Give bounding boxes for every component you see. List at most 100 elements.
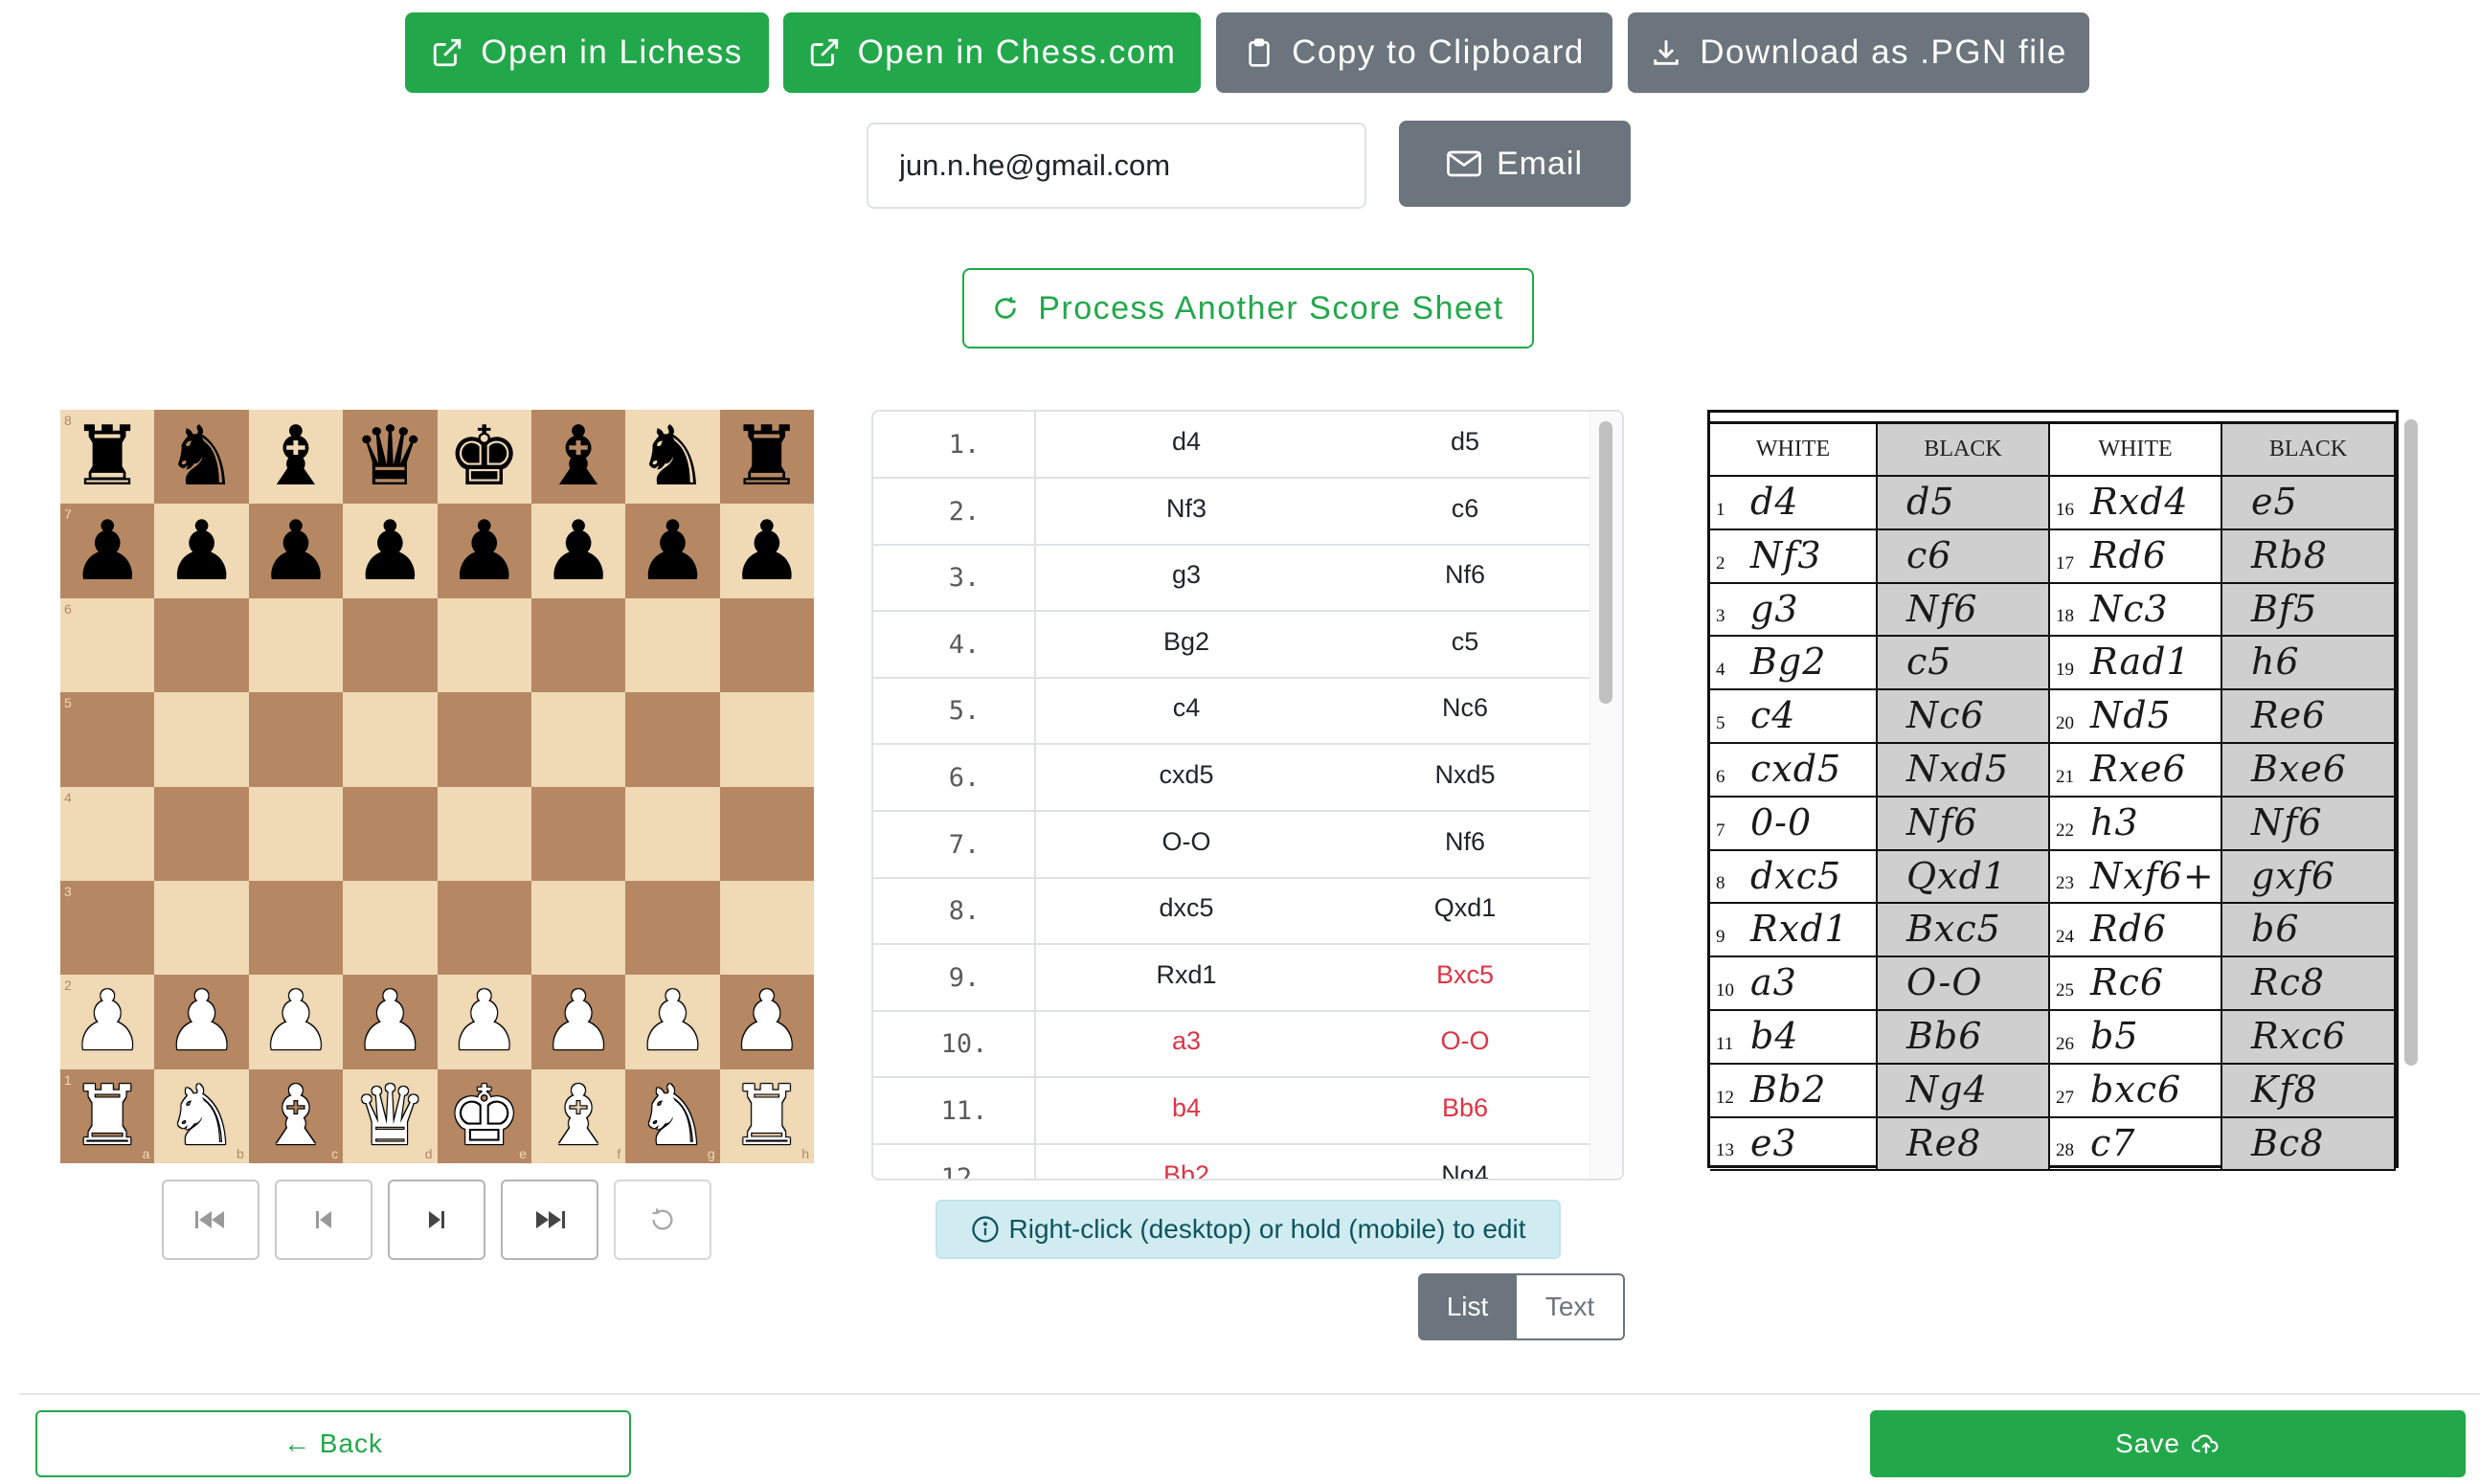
board-square-e4[interactable]: [437, 786, 531, 881]
board-square-a8[interactable]: 8 ♜: [60, 410, 155, 505]
white-move[interactable]: c4: [1091, 693, 1282, 723]
board-square-a5[interactable]: 5: [60, 692, 155, 787]
board-square-a3[interactable]: 3: [60, 880, 155, 976]
board-square-c7[interactable]: ♟: [248, 504, 344, 598]
black-rook-icon[interactable]: ♜: [71, 416, 145, 498]
board-square-g1[interactable]: g ♞: [625, 1068, 720, 1163]
board-square-d5[interactable]: [343, 692, 438, 787]
white-rook-icon[interactable]: ♜: [71, 1075, 145, 1158]
black-pawn-icon[interactable]: ♟: [165, 510, 238, 593]
next-move-button[interactable]: [388, 1180, 485, 1260]
board-square-a1[interactable]: 1 a ♜: [60, 1068, 155, 1163]
board-square-c3[interactable]: [248, 880, 344, 976]
white-move[interactable]: g3: [1091, 560, 1282, 590]
white-move[interactable]: d4: [1091, 427, 1282, 457]
black-pawn-icon[interactable]: ♟: [447, 510, 521, 593]
black-rook-icon[interactable]: ♜: [730, 416, 803, 498]
black-move[interactable]: O-O: [1369, 1026, 1561, 1056]
moves-list[interactable]: 1. d4 d5 2. Nf3 c6 3. g3 Nf6 4. Bg2 c5 5. c4 Nc6 6. cxd5…: [871, 410, 1624, 1180]
board-square-f8[interactable]: ♝: [530, 410, 626, 505]
download-pgn-button[interactable]: Download as .PGN file: [1628, 12, 2089, 93]
white-pawn-icon[interactable]: ♟: [447, 980, 521, 1063]
black-move[interactable]: d5: [1369, 427, 1561, 457]
board-square-f5[interactable]: [530, 692, 626, 787]
board-square-c2[interactable]: ♟: [248, 975, 344, 1069]
board-square-g3[interactable]: [625, 880, 720, 976]
board-square-f1[interactable]: f ♝: [530, 1068, 626, 1163]
board-square-h8[interactable]: ♜: [719, 410, 814, 505]
open-chesscom-button[interactable]: Open in Chess.com: [783, 12, 1201, 93]
black-bishop-icon[interactable]: ♝: [259, 416, 332, 498]
board-square-h5[interactable]: [719, 692, 814, 787]
board-square-c5[interactable]: [248, 692, 344, 787]
back-button[interactable]: ← Back: [35, 1410, 631, 1477]
board-square-h1[interactable]: h ♜: [719, 1068, 814, 1163]
board-square-b8[interactable]: ♞: [154, 410, 249, 505]
open-lichess-button[interactable]: Open in Lichess: [405, 12, 769, 93]
white-move[interactable]: dxc5: [1091, 893, 1282, 923]
board-square-a7[interactable]: 7 ♟: [60, 504, 155, 598]
black-knight-icon[interactable]: ♞: [636, 416, 710, 498]
white-move[interactable]: O-O: [1091, 827, 1282, 857]
board-square-c4[interactable]: [248, 786, 344, 881]
scoresheet-scrollbar[interactable]: [2404, 419, 2418, 1066]
board-square-g4[interactable]: [625, 786, 720, 881]
last-move-button[interactable]: [501, 1180, 598, 1260]
first-move-button[interactable]: [162, 1180, 259, 1260]
white-move[interactable]: cxd5: [1091, 760, 1282, 790]
board-square-d8[interactable]: ♛: [343, 410, 438, 505]
board-square-e1[interactable]: e ♚: [437, 1068, 531, 1163]
white-knight-icon[interactable]: ♞: [165, 1075, 238, 1158]
reset-board-button[interactable]: [614, 1180, 711, 1260]
white-bishop-icon[interactable]: ♝: [259, 1075, 332, 1158]
board-square-g5[interactable]: [625, 692, 720, 787]
board-square-e7[interactable]: ♟: [437, 504, 531, 598]
black-pawn-icon[interactable]: ♟: [636, 510, 710, 593]
white-move[interactable]: Bg2: [1091, 627, 1282, 657]
white-bishop-icon[interactable]: ♝: [542, 1075, 616, 1158]
white-move[interactable]: a3: [1091, 1026, 1282, 1056]
board-square-c1[interactable]: c ♝: [248, 1068, 344, 1163]
board-square-a2[interactable]: 2 ♟: [60, 975, 155, 1069]
board-square-e3[interactable]: [437, 880, 531, 976]
board-square-a6[interactable]: 6: [60, 597, 155, 693]
board-square-f4[interactable]: [530, 786, 626, 881]
black-move[interactable]: Ng4: [1369, 1160, 1561, 1179]
board-square-g7[interactable]: ♟: [625, 504, 720, 598]
copy-clipboard-button[interactable]: Copy to Clipboard: [1216, 12, 1612, 93]
white-move[interactable]: Rxd1: [1091, 960, 1282, 990]
white-knight-icon[interactable]: ♞: [636, 1075, 710, 1158]
black-knight-icon[interactable]: ♞: [165, 416, 238, 498]
board-square-b6[interactable]: [154, 597, 249, 693]
black-queen-icon[interactable]: ♛: [353, 416, 427, 498]
black-move[interactable]: Qxd1: [1369, 893, 1561, 923]
board-square-b4[interactable]: [154, 786, 249, 881]
view-text-toggle[interactable]: Text: [1517, 1273, 1625, 1340]
board-square-f6[interactable]: [530, 597, 626, 693]
board-square-e6[interactable]: [437, 597, 531, 693]
email-button[interactable]: Email: [1399, 121, 1631, 207]
white-queen-icon[interactable]: ♛: [353, 1075, 427, 1158]
board-square-d6[interactable]: [343, 597, 438, 693]
board-square-e8[interactable]: ♚: [437, 410, 531, 505]
board-square-d2[interactable]: ♟: [343, 975, 438, 1069]
white-pawn-icon[interactable]: ♟: [165, 980, 238, 1063]
white-pawn-icon[interactable]: ♟: [353, 980, 427, 1063]
white-rook-icon[interactable]: ♜: [730, 1075, 803, 1158]
black-move[interactable]: Nf6: [1369, 827, 1561, 857]
white-pawn-icon[interactable]: ♟: [71, 980, 145, 1063]
black-pawn-icon[interactable]: ♟: [353, 510, 427, 593]
email-input[interactable]: [867, 123, 1366, 209]
white-king-icon[interactable]: ♚: [447, 1075, 521, 1158]
black-pawn-icon[interactable]: ♟: [542, 510, 616, 593]
board-square-b1[interactable]: b ♞: [154, 1068, 249, 1163]
board-square-b3[interactable]: [154, 880, 249, 976]
black-move[interactable]: Nc6: [1369, 693, 1561, 723]
black-move[interactable]: Bb6: [1369, 1093, 1561, 1123]
board-square-f3[interactable]: [530, 880, 626, 976]
black-bishop-icon[interactable]: ♝: [542, 416, 616, 498]
black-pawn-icon[interactable]: ♟: [259, 510, 332, 593]
board-square-g8[interactable]: ♞: [625, 410, 720, 505]
board-square-b2[interactable]: ♟: [154, 975, 249, 1069]
board-square-d1[interactable]: d ♛: [343, 1068, 438, 1163]
